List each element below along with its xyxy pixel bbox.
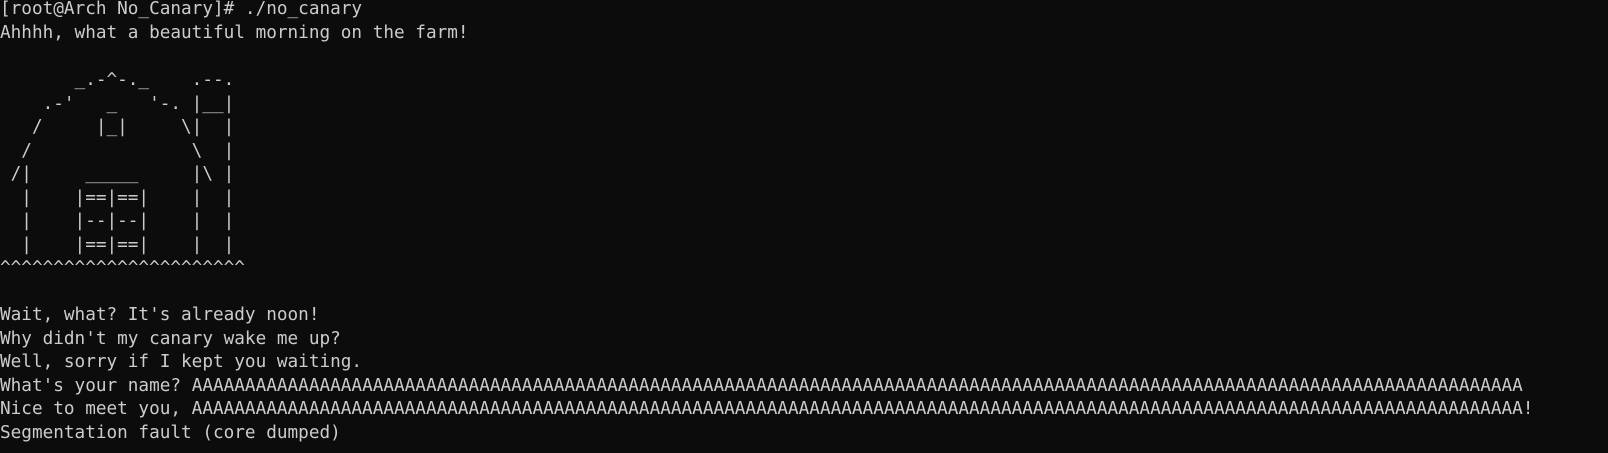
name-prompt-line: What's your name? AAAAAAAAAAAAAAAAAAAAAA… [0, 375, 1523, 399]
shell-prompt: [root@Arch No_Canary]# [0, 0, 245, 19]
greeting-text: Ahhhh, what a beautiful morning on the f… [0, 22, 469, 43]
reply-line: Nice to meet you, AAAAAAAAAAAAAAAAAAAAAA… [0, 399, 1534, 419]
ascii-art-line: / |_| \| | [0, 117, 235, 137]
command-text: ./no_canary [244, 0, 363, 19]
ascii-art-line: | |--|--| | | [0, 211, 235, 231]
ascii-art-line: _.-^-._ .--. [0, 70, 235, 90]
segfault-message: Segmentation fault (core dumped) [0, 422, 341, 443]
ascii-art-line: ^^^^^^^^^^^^^^^^^^^^^^^ [0, 258, 245, 278]
ascii-art-line: | |==|==| | | [0, 234, 235, 255]
ascii-art-line: /| _____ |\ | [0, 164, 235, 184]
ascii-art-line: | |==|==| | | [0, 187, 235, 208]
output-line: Well, sorry if I kept you waiting. [0, 352, 363, 372]
ascii-art-line: .-' _ '-. |__| [0, 93, 235, 114]
name-input-value: AAAAAAAAAAAAAAAAAAAAAAAAAAAAAAAAAAAAAAAA… [191, 375, 1523, 396]
output-line: Wait, what? It's already noon! [0, 305, 320, 325]
output-line: Why didn't my canary wake me up? [0, 328, 341, 349]
command-line: [root@Arch No_Canary]# ./no_canary [0, 0, 362, 22]
name-prompt-label: What's your name? [0, 375, 192, 396]
terminal-window[interactable]: [root@Arch No_Canary]# ./no_canary Ahhhh… [0, 0, 1608, 453]
ascii-art-line: / \ | [0, 140, 235, 161]
